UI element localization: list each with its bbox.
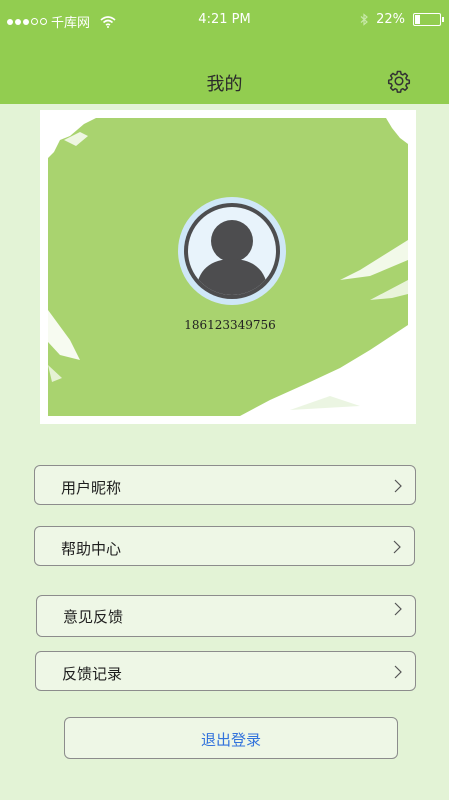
gear-icon[interactable] [387,69,411,93]
chevron-right-icon [394,665,402,679]
user-avatar-icon[interactable] [178,197,286,305]
logout-label: 退出登录 [200,731,261,749]
page-title: 我的 [206,74,243,95]
battery-icon [413,13,444,26]
menu-item-nickname[interactable]: 用户昵称 [34,465,416,505]
menu-item-label: 反馈记录 [62,665,123,683]
chevron-right-icon [394,479,402,493]
logout-button[interactable]: 退出登录 [64,717,398,759]
status-right-group: 22% [360,12,444,27]
menu-item-feedback[interactable]: 意见反馈 [36,595,416,637]
chevron-right-icon [393,540,401,554]
bluetooth-icon [360,13,369,26]
menu-item-label: 用户昵称 [61,479,122,497]
menu-item-feedback-history[interactable]: 反馈记录 [35,651,416,691]
menu-item-label: 帮助中心 [61,540,122,558]
chevron-right-icon [394,602,402,616]
menu-item-help-center[interactable]: 帮助中心 [34,526,415,566]
status-bar: 千库网 4:21 PM 22% [0,0,449,40]
battery-percent: 22% [376,12,405,27]
menu-item-label: 意见反馈 [63,608,124,626]
user-phone-number: 186123349756 [184,318,276,332]
header-bar: 我的 [0,40,449,104]
